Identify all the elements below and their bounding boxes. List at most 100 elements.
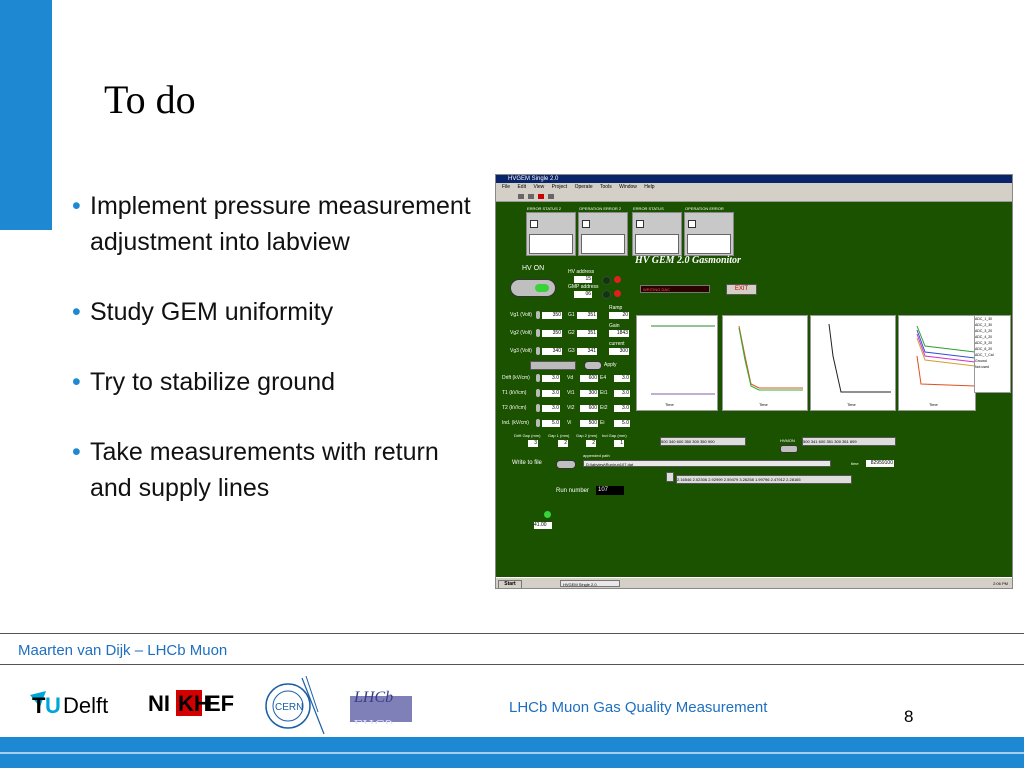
menu-item[interactable]: View (533, 184, 544, 190)
status-checkbox[interactable] (582, 220, 590, 228)
voltage-sub-label: Vi (567, 420, 572, 426)
menu-item[interactable]: Project (552, 184, 568, 190)
hv-on-led-icon (535, 284, 549, 292)
plot-axis-label: Time (847, 402, 856, 407)
menu-item[interactable]: Window (619, 184, 637, 190)
cell: 500 (661, 439, 668, 444)
gain-total-field: 1843 (609, 330, 629, 337)
voltage-sub-field: 600 (580, 405, 598, 412)
field-label: T1 (kV/cm) (502, 390, 527, 396)
voltage-sub-label: Vt1 (567, 390, 575, 396)
menu-item[interactable]: Tools (600, 184, 612, 190)
hv-on-label: HV ON (522, 265, 545, 272)
bullet-list: Implement pressure measurement adjustmen… (72, 188, 482, 540)
voltage-stepper[interactable] (536, 329, 540, 337)
status-message-field: WRITING DAC (640, 285, 710, 293)
taskbar: Start HVGEM Single 2.0 2:06 PM (496, 577, 1012, 588)
gap-field[interactable]: 1 (614, 440, 624, 447)
error-source-field (581, 234, 625, 254)
menu-item[interactable]: Operate (575, 184, 593, 190)
menu-item[interactable]: File (502, 184, 510, 190)
gap-label: Gap 2 (mm) (576, 433, 598, 438)
menu-item[interactable]: Edit (517, 184, 526, 190)
footer-title: LHCb Muon Gas Quality Measurement (509, 699, 768, 716)
app-title: HV GEM 2.0 Gasmonitor (635, 255, 741, 266)
field-stepper[interactable] (536, 389, 540, 397)
appended-path-label: appended path (583, 453, 610, 458)
footer-divider (0, 633, 1024, 634)
taskbar-item[interactable]: HVGEM Single 2.0 (560, 580, 620, 587)
cell: 500 (803, 439, 810, 444)
run-continuous-icon[interactable] (528, 194, 534, 199)
status-led-icon (602, 290, 611, 299)
status-checkbox[interactable] (688, 220, 696, 228)
value-dropdown[interactable] (530, 361, 576, 370)
cell: 1.99796 (754, 477, 770, 482)
voltage-sub-field: 600 (580, 375, 598, 382)
voltage-sub-label: Vt2 (567, 405, 575, 411)
field-stepper[interactable] (536, 374, 540, 382)
exit-button[interactable]: EXIT (726, 284, 757, 295)
gem-plot: Time (722, 315, 808, 411)
field-label: T2 (kV/cm) (502, 405, 527, 411)
ramp-field[interactable]: 20 (609, 312, 629, 319)
gap-field[interactable]: 2 (586, 440, 596, 447)
field-stepper[interactable] (536, 419, 540, 427)
hvmon-toggle[interactable] (780, 445, 798, 453)
cell: 350 (684, 439, 692, 444)
error-source-field (529, 234, 573, 254)
bullet-item: Implement pressure measurement adjustmen… (72, 188, 482, 260)
bullet-item: Try to stabilize ground (72, 364, 482, 400)
write-to-file-toggle[interactable] (556, 460, 576, 469)
apply-toggle[interactable] (584, 361, 602, 370)
efield-field: 3.0 (614, 405, 630, 412)
error-panel (684, 212, 734, 256)
svg-text:CERN: CERN (275, 702, 303, 713)
voltage-stepper[interactable] (536, 311, 540, 319)
hv-address-field[interactable]: 15 (574, 276, 592, 283)
gain-label: G2 (568, 330, 575, 336)
bottom-stripe (0, 752, 1024, 754)
clock: 2:06 PM (993, 581, 1008, 586)
voltage-field[interactable]: 340 (542, 348, 562, 355)
abort-icon[interactable] (538, 194, 544, 199)
field-field[interactable]: 3.0 (542, 390, 560, 397)
path-field[interactable]: D:\labview\Run\run107.dat (583, 460, 831, 467)
field-field[interactable]: 3.0 (542, 405, 560, 412)
status-checkbox[interactable] (636, 220, 644, 228)
field-field[interactable]: 3.0 (542, 375, 560, 382)
time-label: time (851, 461, 859, 466)
pause-icon[interactable] (548, 194, 554, 199)
nikhef-logo: NI KH EF (148, 684, 244, 720)
gap-field[interactable]: 3 (528, 440, 538, 447)
run-number-field: 107 (596, 486, 624, 495)
field-stepper[interactable] (536, 404, 540, 412)
field-label: Drift (kV/cm) (502, 375, 530, 381)
cell: 300 (692, 439, 699, 444)
field-field[interactable]: 5.0 (542, 420, 560, 427)
status-led-icon (602, 276, 611, 285)
hvmon-label: HVMON (780, 438, 795, 443)
adc-values-row: 2.16546 2.02306 2.92999 2.59479 3.26258 … (676, 475, 852, 484)
cell: 300 (834, 439, 841, 444)
voltage-stepper[interactable] (536, 347, 540, 355)
index-stepper[interactable] (666, 472, 674, 482)
cell: 2.02306 (692, 477, 708, 482)
hv-on-toggle[interactable] (510, 279, 556, 297)
status-checkbox[interactable] (530, 220, 538, 228)
gap-field[interactable]: 2 (558, 440, 568, 447)
labview-screenshot: HVGEM Single 2.0 File Edit View Project … (495, 174, 1013, 589)
efield-label: Et2 (600, 405, 608, 411)
voltage-field[interactable]: 350 (542, 330, 562, 337)
toolbar (496, 192, 1012, 202)
voltage-sub-label: Vd (567, 375, 574, 381)
run-arrow-icon[interactable] (518, 194, 524, 199)
gmp-address-field[interactable]: 06 (574, 291, 592, 298)
start-button[interactable]: Start (498, 580, 522, 588)
error-panel-label: ERROR STATUS 2 (527, 206, 562, 211)
svg-text:LHCb: LHCb (353, 689, 393, 706)
voltage-field[interactable]: 350 (542, 312, 562, 319)
error-panel-label: OPERATION ERROR 2 (579, 206, 622, 211)
ramp-label: Ramp (609, 305, 623, 311)
menu-item[interactable]: Help (644, 184, 654, 190)
